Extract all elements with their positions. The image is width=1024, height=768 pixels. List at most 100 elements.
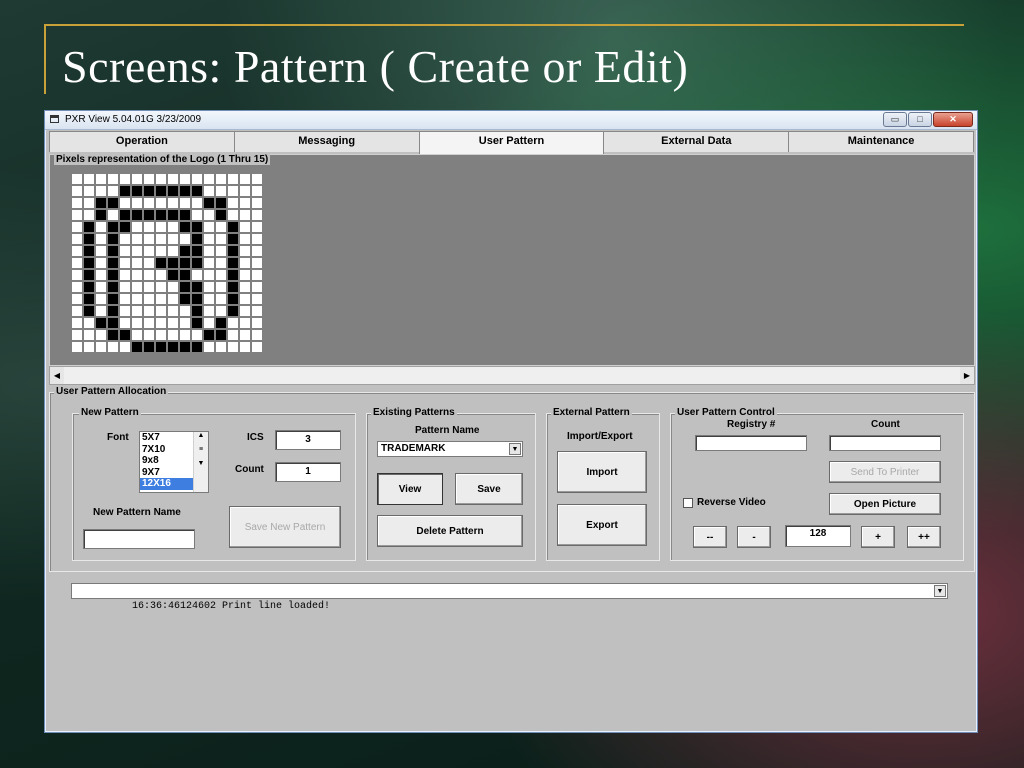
open-picture-button[interactable]: Open Picture — [829, 493, 941, 515]
pixel-on[interactable] — [120, 330, 130, 340]
pixel-on[interactable] — [168, 210, 178, 220]
pixel-on[interactable] — [180, 186, 190, 196]
pixel-off[interactable] — [132, 330, 142, 340]
pixel-off[interactable] — [192, 198, 202, 208]
delete-pattern-button[interactable]: Delete Pattern — [377, 515, 523, 547]
pixel-off[interactable] — [240, 282, 250, 292]
pixel-on[interactable] — [108, 198, 118, 208]
pixel-off[interactable] — [144, 174, 154, 184]
pixel-off[interactable] — [240, 198, 250, 208]
pixel-on[interactable] — [144, 210, 154, 220]
pixel-off[interactable] — [132, 234, 142, 244]
pixel-off[interactable] — [240, 186, 250, 196]
pixel-off[interactable] — [168, 330, 178, 340]
pixel-off[interactable] — [168, 174, 178, 184]
pixel-off[interactable] — [120, 318, 130, 328]
pixel-off[interactable] — [156, 174, 166, 184]
pixel-on[interactable] — [228, 306, 238, 316]
pixel-on[interactable] — [144, 186, 154, 196]
chevron-down-icon[interactable]: ▼ — [509, 443, 521, 455]
pixel-off[interactable] — [84, 174, 94, 184]
pixel-off[interactable] — [72, 258, 82, 268]
pixel-off[interactable] — [108, 342, 118, 352]
pixel-on[interactable] — [96, 318, 106, 328]
pixel-on[interactable] — [228, 222, 238, 232]
pixel-off[interactable] — [216, 342, 226, 352]
pixel-on[interactable] — [204, 198, 214, 208]
pixel-on[interactable] — [228, 270, 238, 280]
pixel-on[interactable] — [84, 234, 94, 244]
pixel-on[interactable] — [108, 222, 118, 232]
pixel-off[interactable] — [240, 342, 250, 352]
pixel-off[interactable] — [252, 210, 262, 220]
pixel-off[interactable] — [72, 294, 82, 304]
pixel-on[interactable] — [96, 198, 106, 208]
pixel-off[interactable] — [144, 318, 154, 328]
ics-field[interactable]: 3 — [275, 430, 341, 450]
export-button[interactable]: Export — [557, 504, 647, 546]
registry-field[interactable] — [695, 435, 807, 451]
pixel-off[interactable] — [132, 318, 142, 328]
pixel-off[interactable] — [120, 294, 130, 304]
pixel-on[interactable] — [216, 198, 226, 208]
pixel-on[interactable] — [156, 210, 166, 220]
pixel-on[interactable] — [108, 318, 118, 328]
pixel-off[interactable] — [204, 318, 214, 328]
pixel-off[interactable] — [144, 198, 154, 208]
value-field[interactable]: 128 — [785, 525, 851, 547]
pixel-off[interactable] — [180, 174, 190, 184]
pixel-off[interactable] — [120, 270, 130, 280]
pixel-off[interactable] — [72, 270, 82, 280]
pixel-off[interactable] — [72, 282, 82, 292]
pixel-on[interactable] — [180, 282, 190, 292]
pixel-on[interactable] — [216, 318, 226, 328]
pixel-off[interactable] — [132, 270, 142, 280]
pixel-on[interactable] — [108, 246, 118, 256]
pixel-off[interactable] — [96, 186, 106, 196]
pixel-on[interactable] — [108, 258, 118, 268]
increment-button[interactable]: + — [861, 526, 895, 548]
pixel-off[interactable] — [72, 306, 82, 316]
pixel-off[interactable] — [144, 330, 154, 340]
tab-maintenance[interactable]: Maintenance — [788, 131, 974, 152]
minimize-button[interactable]: ▭ — [883, 112, 907, 127]
pixel-off[interactable] — [156, 318, 166, 328]
pixel-off[interactable] — [216, 234, 226, 244]
pixel-on[interactable] — [132, 210, 142, 220]
pixel-off[interactable] — [144, 234, 154, 244]
pixel-off[interactable] — [156, 222, 166, 232]
pixel-on[interactable] — [132, 186, 142, 196]
pixel-off[interactable] — [132, 246, 142, 256]
pattern-name-select[interactable]: TRADEMARK ▼ — [377, 441, 523, 457]
pixel-off[interactable] — [132, 198, 142, 208]
pixel-on[interactable] — [96, 210, 106, 220]
pixel-off[interactable] — [132, 294, 142, 304]
tab-external-data[interactable]: External Data — [603, 131, 790, 152]
pixel-off[interactable] — [240, 258, 250, 268]
pixel-off[interactable] — [228, 210, 238, 220]
decrement-fast-button[interactable]: -- — [693, 526, 727, 548]
pixel-off[interactable] — [252, 330, 262, 340]
tab-user-pattern[interactable]: User Pattern — [418, 131, 605, 154]
font-listbox[interactable]: 5X7 7X10 9x8 9X7 12X16 ▲ ≡ ▼ — [139, 431, 209, 493]
pixel-off[interactable] — [96, 246, 106, 256]
pixel-off[interactable] — [240, 210, 250, 220]
pixel-on[interactable] — [192, 294, 202, 304]
pixel-on[interactable] — [192, 258, 202, 268]
pixel-on[interactable] — [192, 246, 202, 256]
pixel-off[interactable] — [96, 306, 106, 316]
pixel-off[interactable] — [168, 318, 178, 328]
pixel-off[interactable] — [96, 222, 106, 232]
pixel-off[interactable] — [132, 306, 142, 316]
pixel-off[interactable] — [156, 198, 166, 208]
log-combobox[interactable]: 16:36:46124602 Print line loaded! ▼ — [71, 583, 948, 612]
maximize-button[interactable]: □ — [908, 112, 932, 127]
pixel-on[interactable] — [108, 294, 118, 304]
pixel-off[interactable] — [108, 186, 118, 196]
pixel-off[interactable] — [120, 282, 130, 292]
pixel-on[interactable] — [192, 282, 202, 292]
horizontal-scrollbar[interactable]: ◀ ▶ — [49, 366, 975, 385]
pixel-off[interactable] — [204, 174, 214, 184]
pixel-on[interactable] — [168, 186, 178, 196]
pixel-on[interactable] — [108, 282, 118, 292]
